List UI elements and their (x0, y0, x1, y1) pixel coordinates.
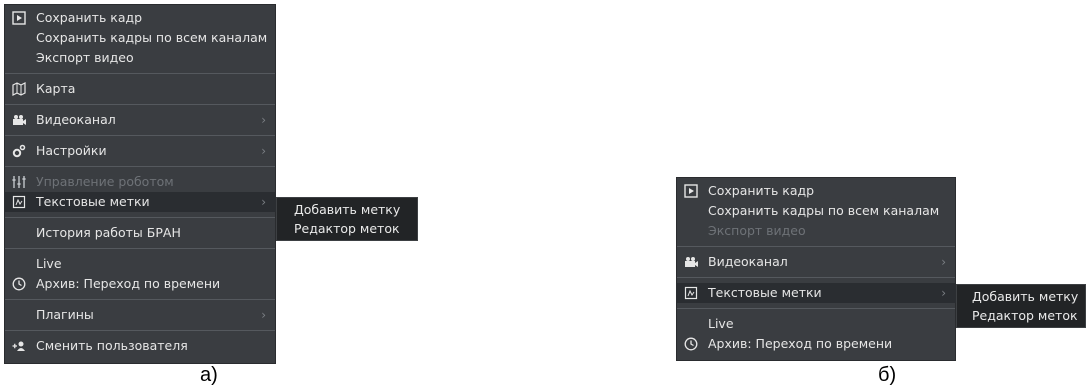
text-label-icon (684, 286, 698, 300)
chevron-right-icon: › (261, 144, 266, 158)
menu-item-save-all-channels[interactable]: Сохранить кадры по всем каналам (676, 201, 956, 221)
menu-item-label: Сохранить кадр (708, 183, 815, 198)
menu-item-save-frame[interactable]: Сохранить кадр (4, 8, 276, 28)
menu-item-save-all-channels[interactable]: Сохранить кадры по всем каналам (4, 28, 276, 48)
menu-item-save-frame[interactable]: Сохранить кадр (676, 181, 956, 201)
menu-item-robot-control: Управление роботом (4, 172, 276, 192)
camera-icon (13, 115, 26, 125)
chevron-right-icon: › (941, 255, 946, 269)
chevron-right-icon: › (261, 113, 266, 127)
menu-divider (5, 330, 275, 331)
menu-item-live[interactable]: Live (676, 314, 956, 334)
menu-item-export-video[interactable]: Экспорт видео (4, 48, 276, 68)
menu-item-label: Видеоканал (708, 254, 788, 269)
caption-a: а) (200, 364, 218, 386)
menu-item-bran-history[interactable]: История работы БРАН (4, 223, 276, 243)
menu-item-label: Карта (36, 81, 76, 96)
menu-item-switch-user[interactable]: Сменить пользователя (4, 336, 276, 356)
menu-divider (5, 73, 275, 74)
menu-item-map[interactable]: Карта (4, 79, 276, 99)
menu-item-label: Текстовые метки (708, 285, 822, 300)
menu-divider (5, 135, 275, 136)
menu-item-archive-goto-time[interactable]: Архив: Переход по времени (4, 274, 276, 294)
menu-item-plugins[interactable]: Плагины › (4, 305, 276, 325)
menu-item-export-video: Экспорт видео (676, 221, 956, 241)
caption-b: б) (878, 364, 897, 386)
clock-icon (684, 337, 698, 351)
chevron-right-icon: › (261, 195, 266, 209)
menu-divider (5, 104, 275, 105)
menu-item-label: Сохранить кадры по всем каналам (708, 203, 940, 218)
menu-item-live[interactable]: Live (4, 254, 276, 274)
menu-item-label: Экспорт видео (36, 50, 134, 65)
menu-item-label: Live (708, 316, 734, 331)
chevron-right-icon: › (941, 286, 946, 300)
menu-item-label: Архив: Переход по времени (708, 336, 893, 351)
context-menu-b: Сохранить кадр Сохранить кадры по всем к… (676, 177, 956, 361)
play-frame-icon (12, 11, 26, 25)
menu-item-label: Сменить пользователя (36, 338, 188, 353)
clock-icon (12, 277, 26, 291)
play-frame-icon (684, 184, 698, 198)
context-menu-a: Сохранить кадр Сохранить кадры по всем к… (4, 4, 276, 364)
gears-icon (12, 144, 26, 158)
submenu-a: Добавить метку Редактор меток (276, 197, 418, 241)
menu-divider (677, 308, 955, 309)
chevron-right-icon: › (261, 308, 266, 322)
menu-divider (5, 299, 275, 300)
sliders-icon (12, 176, 26, 188)
submenu-b: Добавить метку Редактор меток (956, 284, 1086, 328)
submenu-item-add-label[interactable]: Добавить метку (277, 200, 417, 219)
switch-user-icon (12, 341, 25, 351)
menu-item-video-channel[interactable]: Видеоканал › (4, 110, 276, 130)
menu-item-label: История работы БРАН (36, 225, 181, 240)
menu-item-label: Сохранить кадр (36, 10, 143, 25)
menu-item-label: Сохранить кадры по всем каналам (36, 30, 268, 45)
menu-divider (5, 217, 275, 218)
menu-divider (5, 248, 275, 249)
menu-item-label: Live (36, 256, 62, 271)
submenu-item-label-editor[interactable]: Редактор меток (957, 306, 1085, 325)
menu-item-text-labels[interactable]: Текстовые метки › (4, 192, 276, 212)
text-label-icon (12, 195, 26, 209)
menu-item-label: Плагины (36, 307, 94, 322)
menu-item-label: Видеоканал (36, 112, 116, 127)
menu-item-label: Текстовые метки (36, 194, 150, 209)
menu-item-video-channel[interactable]: Видеоканал › (676, 252, 956, 272)
menu-item-label: Настройки (36, 143, 107, 158)
menu-divider (677, 277, 955, 278)
menu-divider (677, 246, 955, 247)
menu-item-label: Экспорт видео (708, 223, 806, 238)
menu-item-archive-goto-time[interactable]: Архив: Переход по времени (676, 334, 956, 354)
menu-item-label: Управление роботом (36, 174, 174, 189)
submenu-item-label-editor[interactable]: Редактор меток (277, 219, 417, 238)
menu-divider (5, 166, 275, 167)
submenu-item-add-label[interactable]: Добавить метку (957, 287, 1085, 306)
menu-item-text-labels[interactable]: Текстовые метки › (676, 283, 956, 303)
map-icon (12, 82, 26, 96)
camera-icon (685, 257, 698, 267)
menu-item-settings[interactable]: Настройки › (4, 141, 276, 161)
menu-item-label: Архив: Переход по времени (36, 276, 221, 291)
